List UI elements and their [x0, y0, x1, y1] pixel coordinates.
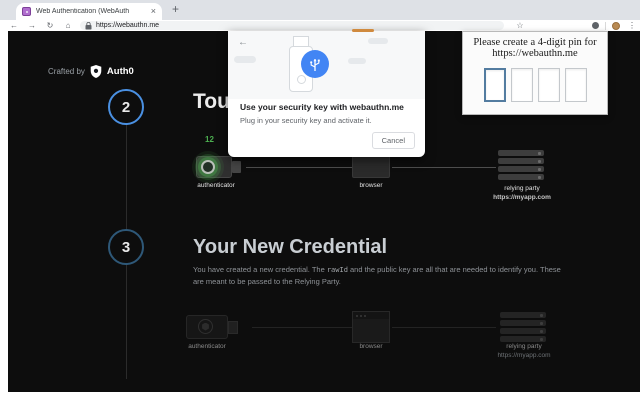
- step-3-description: You have created a new credential. The r…: [193, 264, 561, 287]
- relying-party-url: https://myapp.com: [497, 352, 551, 359]
- reload-icon[interactable]: ↻: [44, 20, 56, 31]
- pin-prompt-line1: Please create a 4-digit pin for: [473, 37, 597, 48]
- cloud-icon: [234, 56, 256, 63]
- toolbar-divider: [605, 21, 606, 30]
- tab-title: Web Authentication (WebAuth: [36, 8, 130, 15]
- pin-digit-inputs: [463, 68, 607, 102]
- browser-window: Web Authentication (WebAuth × + ← → ↻ ⌂ …: [0, 0, 640, 400]
- authenticator-label: authenticator: [188, 343, 226, 350]
- pin-prompt-line2: https://webauthn.me: [492, 48, 578, 59]
- profile-avatar[interactable]: [612, 21, 620, 30]
- connection-line: [392, 167, 496, 168]
- connection-line: [246, 167, 352, 168]
- security-key-hole-icon: [297, 75, 306, 84]
- connection-line: [252, 327, 352, 328]
- dialog-back-icon[interactable]: ←: [238, 37, 248, 48]
- relying-party-label: relying party: [506, 343, 542, 350]
- webauthn-favicon-icon: [22, 7, 31, 16]
- lock-icon: [85, 21, 92, 29]
- address-bar[interactable]: https://webauthn.me: [80, 21, 504, 30]
- dialog-title: Use your security key with webauthn.me: [240, 102, 404, 112]
- browser-titlebar: [353, 312, 389, 319]
- url-text: https://webauthn.me: [96, 22, 160, 29]
- relying-party-server-icon: [498, 150, 544, 182]
- menu-icon[interactable]: ⋮: [626, 20, 638, 31]
- auth0-shield-icon: [90, 65, 102, 78]
- step-3-number: 3: [121, 238, 131, 256]
- cancel-button[interactable]: Cancel: [371, 132, 415, 149]
- connection-line: [392, 327, 496, 328]
- step-connector-line: [125, 125, 127, 229]
- browser-label: browser: [359, 343, 383, 350]
- pin-digit-input-4[interactable]: [564, 68, 587, 102]
- brand-name: Auth0: [106, 66, 134, 77]
- progress-indicator: [352, 29, 374, 32]
- usb-connector-icon: [232, 161, 241, 173]
- bookmark-star-icon[interactable]: ☆: [514, 20, 526, 31]
- authenticator-label: authenticator: [197, 182, 235, 189]
- usb-badge-icon: [301, 50, 329, 78]
- authenticator-touch-ring-icon: [201, 160, 215, 174]
- crafted-by: Crafted by Auth0: [48, 65, 134, 78]
- forward-icon[interactable]: →: [26, 20, 38, 31]
- countdown-timer: 12: [205, 135, 214, 144]
- authenticator-button-icon: [198, 319, 213, 334]
- rawid-code: rawId: [326, 266, 348, 274]
- browser-toolbar: ← → ↻ ⌂ https://webauthn.me ☆ ⋮: [0, 20, 640, 31]
- new-tab-button[interactable]: +: [172, 2, 179, 16]
- step-2-number: 2: [121, 98, 131, 116]
- pin-digit-input-3[interactable]: [537, 68, 560, 102]
- description-text: You have created a new credential. The: [193, 265, 327, 274]
- crafted-by-label: Crafted by: [48, 67, 85, 76]
- pin-digit-input-1[interactable]: [483, 68, 506, 102]
- step-connector-line: [125, 265, 127, 379]
- extension-icon[interactable]: [592, 22, 599, 29]
- browser-icon: [352, 311, 390, 343]
- cloud-icon: [348, 58, 366, 64]
- step-3-circle: 3: [108, 229, 144, 265]
- step-3-heading: Your New Credential: [193, 236, 388, 258]
- relying-party-server-icon: [500, 312, 546, 344]
- relying-party-url: https://myapp.com: [493, 194, 551, 201]
- home-icon[interactable]: ⌂: [62, 20, 74, 31]
- dialog-subtitle: Plug in your security key and activate i…: [240, 116, 372, 125]
- relying-party-label: relying party: [504, 185, 540, 192]
- tab-webauthn[interactable]: Web Authentication (WebAuth ×: [16, 3, 162, 20]
- step-2-circle: 2: [108, 89, 144, 125]
- usb-connector-icon: [228, 321, 238, 334]
- pin-digit-input-2[interactable]: [510, 68, 533, 102]
- hexagon-icon: [202, 322, 209, 331]
- security-key-dialog: ← Use your security key with webauthn.me…: [228, 31, 425, 157]
- back-icon[interactable]: ←: [8, 20, 20, 31]
- cloud-icon: [368, 38, 388, 44]
- pin-entry-popup: Please create a 4-digit pin for https://…: [462, 31, 608, 115]
- close-tab-icon[interactable]: ×: [151, 7, 156, 16]
- browser-label: browser: [359, 182, 383, 189]
- tab-strip: Web Authentication (WebAuth × +: [0, 0, 640, 20]
- security-key-illustration: [228, 31, 425, 99]
